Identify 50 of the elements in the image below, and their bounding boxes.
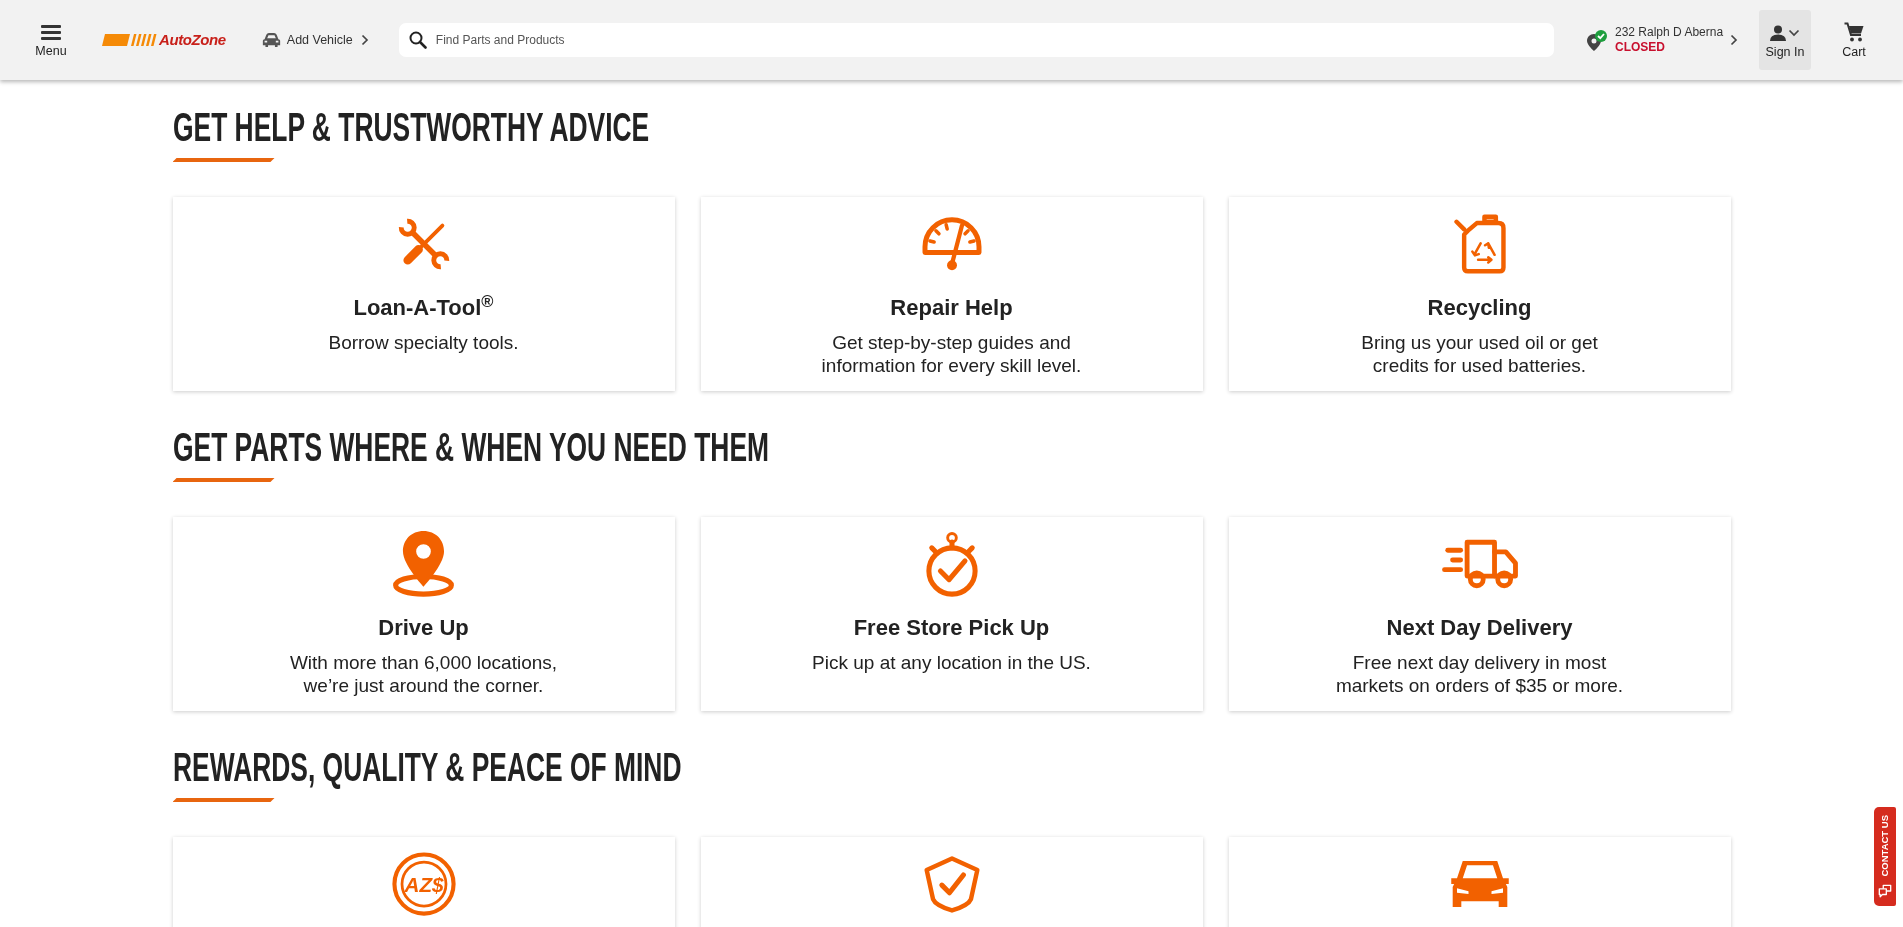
fuel-can-icon (1453, 214, 1506, 274)
gauge-icon (921, 217, 982, 271)
card-description: Get step-by-step guides and information for every skill level. (821, 331, 1082, 377)
person-icon (1770, 25, 1786, 41)
feature-card[interactable]: Drive Up With more than 6,000 locations, we’re just around the corner. (172, 517, 675, 711)
shield-check-icon (923, 855, 980, 913)
car-icon (261, 32, 281, 48)
card-description: Free next day delivery in most markets on orders of $35 or more. (1335, 651, 1624, 697)
chevron-right-icon (360, 34, 369, 46)
location-pin-icon (392, 531, 455, 597)
truck-icon (1440, 539, 1519, 589)
card-title: Drive Up (378, 614, 469, 642)
chevron-right-icon (1730, 34, 1738, 46)
store-status: CLOSED (1615, 40, 1666, 55)
card-title: Recycling (1427, 294, 1532, 322)
stripes-icon (102, 34, 157, 46)
section-heading: GET PARTS WHERE & WHEN YOU NEED THEM (172, 427, 769, 467)
chat-icon (1878, 884, 1892, 899)
wrench-screwdriver-icon (397, 218, 450, 270)
feature-card[interactable]: Loan-A-Tool$^{®}$ Borrow specialty tools. (172, 197, 675, 391)
section-heading: REWARDS, QUALITY & PEACE OF MIND (172, 747, 681, 787)
cart-icon (1844, 21, 1864, 42)
card-description: With more than 6,000 locations, we’re just around the corner. (289, 651, 558, 697)
sign-in-button[interactable]: Sign In (1759, 10, 1811, 70)
coin-icon: AZ$ (390, 851, 457, 917)
card-title: Repair Help (890, 294, 1013, 322)
chevron-down-icon (1788, 29, 1800, 37)
add-vehicle-button[interactable]: Add Vehicle (261, 32, 369, 48)
search-icon (408, 31, 427, 49)
card-description: Bring us your used oil or get credits for used batteries. (1361, 331, 1598, 377)
menu-icon (41, 24, 61, 40)
feature-card[interactable]: Free Store Pick Up Pick up at any location in the US. (700, 517, 1203, 711)
stopwatch-check-icon (925, 531, 978, 597)
search-field[interactable]: Find Parts and Products (398, 23, 1554, 57)
contact-us-tab[interactable]: CONTACT US (1874, 807, 1896, 906)
store-pin-icon (1586, 29, 1608, 51)
logo-link[interactable]: AutoZone (102, 31, 226, 49)
card-description: Pick up at any location in the US. (812, 651, 1091, 674)
feature-card[interactable]: Next Day Delivery Free next day delivery in most markets on orders of $35 or more. (1228, 517, 1731, 711)
car-icon (1450, 861, 1509, 907)
card-description: Borrow specialty tools. (328, 331, 519, 354)
card-title: Free Store Pick Up (853, 614, 1050, 642)
card-title: Loan-A-Tool$^{®}$ (353, 293, 494, 322)
menu-button[interactable]: Menu (26, 24, 76, 58)
feature-card[interactable]: Recycling Bring us your used oil or get credits for used batteries. (1228, 197, 1731, 391)
store-name[interactable]: 232 Ralph D Aberna (1615, 25, 1727, 40)
card-title: Next Day Delivery (1386, 614, 1573, 642)
cart-button[interactable]: Cart (1834, 21, 1874, 59)
feature-card[interactable]: Repair Help Get step-by-step guides and information for every skill level. (700, 197, 1203, 391)
section-heading: GET HELP & TRUSTWORTHY ADVICE (172, 107, 649, 147)
